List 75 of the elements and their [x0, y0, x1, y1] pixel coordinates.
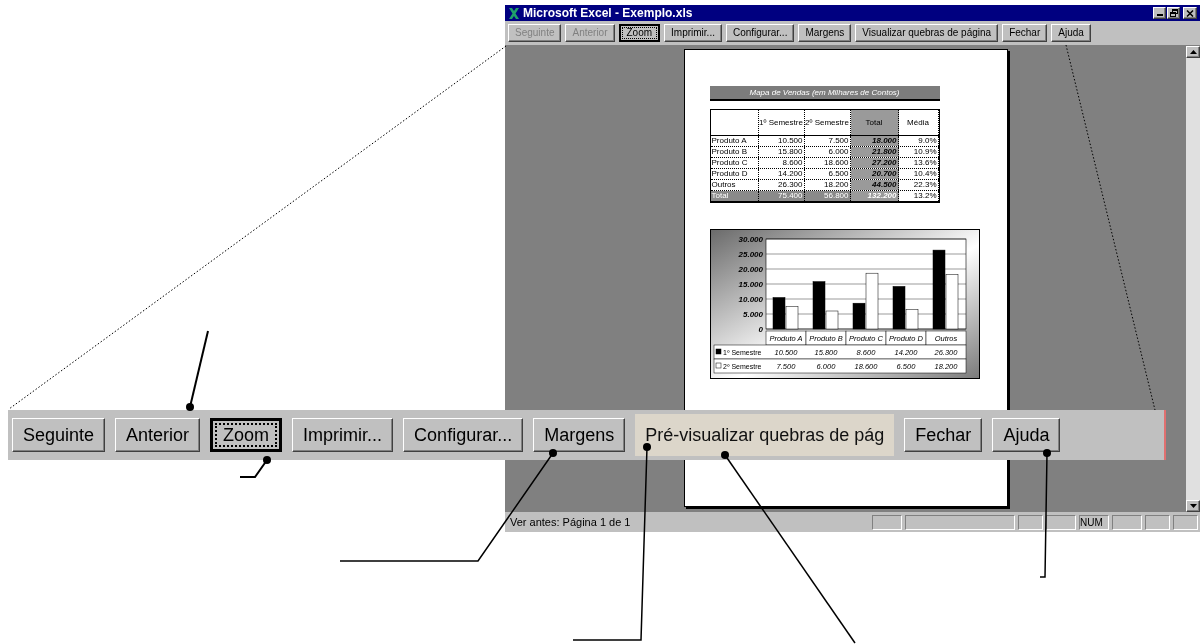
- column-header: 1º Semestre: [759, 117, 803, 128]
- toolbar-button[interactable]: Imprimir...: [664, 24, 722, 42]
- status-panel: [1112, 514, 1142, 530]
- status-text: Ver antes: Página 1 de 1: [510, 516, 631, 528]
- table-cell: 132.200: [867, 192, 897, 200]
- toolbar-button[interactable]: Configurar...: [403, 418, 524, 452]
- status-panel: [1018, 514, 1043, 530]
- column-header: Média: [907, 117, 929, 128]
- toolbar-button[interactable]: Seguinte: [12, 418, 106, 452]
- toolbar-button[interactable]: Zoom: [618, 24, 661, 42]
- toolbar-button[interactable]: Anterior: [115, 418, 201, 452]
- toolbar-button[interactable]: Fechar: [1002, 24, 1048, 42]
- table-cell: 26.300: [778, 181, 803, 189]
- toolbar-button[interactable]: Fechar: [904, 418, 983, 452]
- table-cell: 6.500: [828, 170, 849, 178]
- column-header: 2º Semestre: [805, 117, 849, 128]
- status-panel: [1046, 514, 1076, 530]
- table-cell: 56.800: [824, 192, 849, 200]
- table-cell: 13.2%: [913, 192, 937, 200]
- table-cell: Produto D: [711, 170, 748, 178]
- table-cell: 27.200: [872, 159, 897, 167]
- axis-tick-label: 30.000: [738, 234, 763, 244]
- table-cell: 21.800: [872, 148, 897, 156]
- table-cell: Outros: [711, 181, 736, 189]
- close-button[interactable]: [1183, 7, 1197, 19]
- table-cell: 22.3%: [913, 181, 937, 189]
- scroll-up-icon: [1189, 50, 1197, 54]
- table-cell: 6.000: [828, 148, 849, 156]
- toolbar-button[interactable]: Ajuda: [1051, 24, 1091, 42]
- status-panel: [1173, 514, 1198, 530]
- axis-tick-label: 15.000: [738, 279, 763, 289]
- restore-button[interactable]: [1167, 7, 1180, 19]
- status-indicator: NUM: [1079, 514, 1109, 530]
- table-cell: 15.800: [778, 148, 803, 156]
- table-cell: 14.200: [778, 170, 803, 178]
- table-cell: Produto A: [711, 137, 747, 145]
- axis-tick-label: 5.000: [742, 309, 763, 319]
- table-cell: 8.600: [782, 159, 803, 167]
- table-cell: Produto B: [711, 148, 748, 156]
- toolbar-button[interactable]: Margens: [798, 24, 852, 42]
- report-title: Mapa de Vendas (em Milhares de Contos): [749, 88, 900, 97]
- table-cell: 10.9%: [913, 148, 937, 156]
- toolbar-button[interactable]: Ajuda: [992, 418, 1061, 452]
- axis-tick-label: 25.000: [738, 249, 763, 259]
- table-cell: 13.6%: [913, 159, 937, 167]
- table-cell: 18.600: [824, 159, 849, 167]
- table-cell: 10.500: [778, 137, 803, 145]
- axis-tick-label: 20.000: [738, 264, 763, 274]
- status-panel: [872, 514, 902, 530]
- leader-line: [239, 456, 271, 478]
- scroll-down-icon: [1189, 504, 1197, 508]
- table-cell: 18.200: [824, 181, 849, 189]
- table-cell: Total: [711, 192, 729, 200]
- table-cell: 75.400: [778, 192, 803, 200]
- table-cell: 20.700: [872, 170, 897, 178]
- table-cell: 18.000: [872, 137, 897, 145]
- toolbar-button[interactable]: Pré-visualizar quebras de pág: [635, 414, 895, 456]
- window-title: Microsoft Excel - Exemplo.xls: [523, 7, 693, 19]
- toolbar-button[interactable]: Configurar...: [725, 24, 795, 42]
- toolbar-button[interactable]: Imprimir...: [292, 418, 394, 452]
- table-cell: 9.0%: [918, 137, 937, 145]
- table-cell: 44.500: [872, 181, 897, 189]
- table-cell: 10.4%: [913, 170, 937, 178]
- column-header: Total: [865, 117, 883, 128]
- table-cell: 7.500: [828, 137, 849, 145]
- scrollbar[interactable]: [1186, 46, 1200, 512]
- status-panel: [1145, 514, 1170, 530]
- axis-tick-label: 10.000: [738, 294, 763, 304]
- minimize-button[interactable]: [1153, 7, 1166, 19]
- toolbar-button[interactable]: Zoom: [210, 418, 283, 452]
- toolbar-button[interactable]: Margens: [533, 418, 626, 452]
- axis-tick-label: 0: [758, 324, 763, 334]
- app-icon: [508, 7, 520, 19]
- table-cell: Produto C: [711, 159, 748, 167]
- toolbar-button[interactable]: Visualizar quebras de página: [855, 24, 999, 42]
